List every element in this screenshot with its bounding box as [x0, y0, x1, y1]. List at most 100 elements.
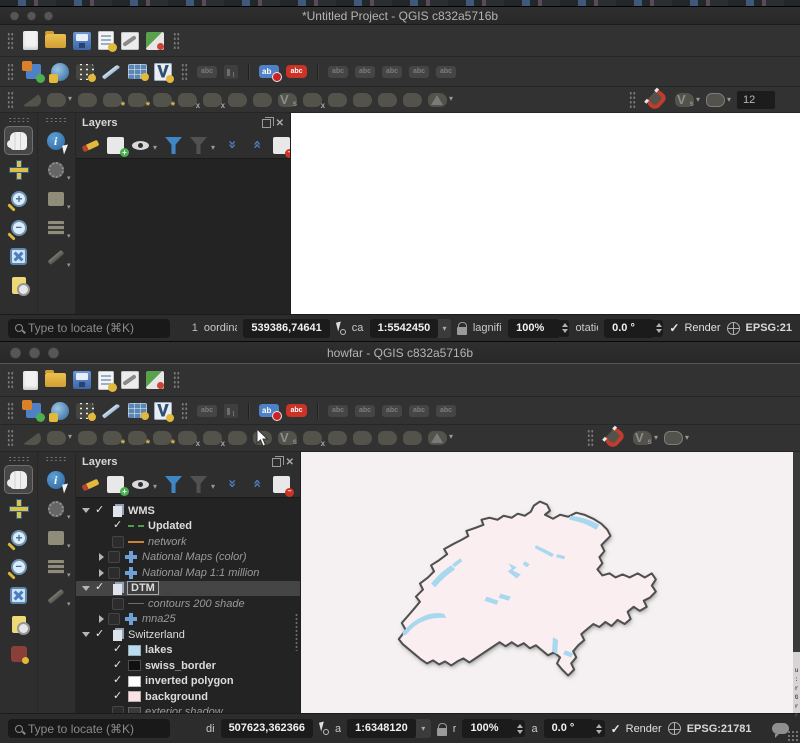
snapping-tolerance-field[interactable]: 12 — [737, 91, 775, 109]
move-diagram-icon[interactable] — [409, 405, 429, 417]
show-hide-diagrams-icon[interactable] — [382, 405, 402, 417]
tree-scrollbar[interactable] — [294, 613, 299, 651]
zoom-in-icon[interactable] — [11, 191, 27, 207]
expand-arrow-icon[interactable] — [99, 553, 104, 561]
close-panel-icon[interactable]: ✕ — [276, 119, 284, 128]
magnifier-field[interactable]: 100% — [462, 719, 514, 738]
zoom-full-icon[interactable] — [10, 587, 27, 604]
zoom-in-icon[interactable] — [11, 530, 27, 546]
dropdown-arrow-icon[interactable]: ▾ — [449, 94, 453, 103]
locator-search[interactable] — [8, 719, 170, 738]
float-panel-icon[interactable] — [262, 119, 271, 128]
visibility-checkbox[interactable] — [112, 660, 124, 672]
locator-input[interactable] — [28, 722, 163, 736]
allow-edits-icon[interactable] — [22, 431, 41, 445]
zoom-full-tool[interactable] — [5, 243, 32, 270]
pan-to-selection-tool[interactable] — [5, 156, 32, 183]
visibility-checkbox[interactable] — [112, 598, 124, 610]
drag-handle[interactable] — [173, 32, 180, 50]
drag-handle[interactable] — [173, 371, 180, 389]
identify-features-icon[interactable] — [47, 471, 65, 489]
magnifier-spinner[interactable] — [514, 720, 525, 737]
dropdown-arrow-icon[interactable]: ▾ — [211, 482, 215, 491]
delete-triangle-icon[interactable] — [428, 93, 447, 107]
expand-arrow-icon[interactable] — [82, 632, 90, 637]
visibility-checkbox[interactable] — [94, 582, 106, 594]
new-project-icon[interactable] — [23, 31, 38, 50]
mouse-position-icon[interactable] — [319, 722, 329, 735]
remove-layer-icon[interactable] — [273, 476, 290, 493]
select-features-tool[interactable]: ▾ — [43, 524, 70, 551]
snapping-magnet-icon[interactable] — [645, 88, 668, 111]
manage-map-themes-icon[interactable] — [132, 137, 149, 154]
drag-handle[interactable] — [629, 91, 636, 109]
checkerboard-icon[interactable] — [403, 93, 422, 107]
dropdown-arrow-icon[interactable]: ▾ — [67, 232, 71, 240]
layer-group-switzerland[interactable]: Switzerland — [76, 627, 300, 643]
coordinate-field[interactable]: 507623,362366 — [221, 719, 313, 738]
add-wms-layer-icon[interactable] — [51, 63, 69, 81]
select-by-value-icon[interactable] — [48, 221, 64, 235]
new-shapefile-layer-icon[interactable] — [101, 62, 121, 82]
drag-handle[interactable] — [7, 63, 14, 81]
close-button[interactable] — [10, 347, 21, 358]
add-group-icon[interactable] — [107, 476, 124, 493]
layer-item-contours-200-shade[interactable]: contours 200 shade — [76, 596, 300, 612]
pan-map-tool[interactable] — [5, 127, 32, 154]
pan-to-selection-icon[interactable] — [10, 161, 28, 179]
open-layer-styling-icon[interactable] — [82, 476, 99, 493]
tracing-v-icon[interactable] — [278, 93, 297, 107]
layer-item-lakes[interactable]: lakes — [76, 643, 300, 659]
split-features-icon[interactable] — [328, 431, 347, 445]
visibility-checkbox[interactable] — [112, 536, 124, 548]
crs-button[interactable]: EPSG:21781 — [687, 723, 752, 735]
layer-tree-empty[interactable] — [76, 158, 290, 314]
scale-field[interactable]: 1:6348120 — [347, 719, 416, 738]
select-features-icon[interactable] — [48, 531, 64, 545]
filter-by-expression-icon[interactable] — [190, 476, 207, 493]
expand-arrow-icon[interactable] — [99, 615, 104, 623]
mouse-position-icon[interactable] — [336, 322, 346, 335]
titlebar[interactable]: *Untitled Project - QGIS c832a5716b — [0, 7, 800, 25]
run-feature-action-icon[interactable] — [48, 501, 64, 517]
pan-to-selection-tool[interactable] — [5, 495, 32, 522]
drag-handle[interactable] — [45, 456, 67, 462]
filter-legend-icon[interactable] — [165, 137, 182, 154]
run-feature-action-tool[interactable]: ▾ — [43, 156, 70, 183]
add-point-icon[interactable] — [128, 93, 147, 107]
zoom-last-icon[interactable] — [12, 616, 26, 633]
toggle-editing-icon[interactable] — [47, 93, 66, 107]
map-canvas[interactable] — [290, 113, 800, 314]
split-parts-icon[interactable] — [353, 93, 372, 107]
add-point-cloud-layer-icon[interactable] — [76, 64, 94, 80]
magnifier-spinner[interactable] — [560, 320, 569, 337]
layer-item-exterior-shadow[interactable]: exterior shadow — [76, 705, 300, 714]
select-features-icon[interactable] — [48, 192, 64, 206]
open-data-source-manager-icon[interactable] — [26, 403, 41, 418]
dropdown-arrow-icon[interactable]: ▾ — [153, 143, 157, 152]
map-canvas[interactable]: u : r G r r — [300, 452, 800, 713]
layer-diagram-options-icon[interactable] — [224, 65, 238, 79]
layer-diagram-options-icon[interactable] — [224, 404, 238, 418]
zoom-in-tool[interactable] — [5, 524, 32, 551]
drag-handle[interactable] — [587, 429, 594, 447]
style-manager-icon[interactable] — [146, 32, 164, 50]
zoom-out-tool[interactable] — [5, 553, 32, 580]
layer-item-updated[interactable]: Updated — [76, 519, 300, 535]
drag-handle[interactable] — [7, 371, 14, 389]
layer-item-inverted-polygon[interactable]: inverted polygon — [76, 674, 300, 690]
dropdown-arrow-icon[interactable]: ▾ — [67, 513, 71, 521]
style-manager-icon[interactable] — [146, 371, 164, 389]
vertex-all-icon[interactable] — [178, 93, 197, 107]
float-panel-icon[interactable] — [272, 458, 281, 467]
dropdown-arrow-icon[interactable]: ▾ — [67, 571, 71, 579]
coordinate-field[interactable]: 539386,74641 — [243, 319, 329, 338]
layer-labeling-options-icon[interactable] — [197, 66, 217, 78]
new-print-layout-icon[interactable] — [98, 371, 114, 390]
show-hide-labels-icon[interactable] — [328, 405, 348, 417]
split-parts-icon[interactable] — [353, 431, 372, 445]
visibility-checkbox[interactable] — [112, 706, 124, 713]
add-point-icon[interactable] — [128, 431, 147, 445]
dropdown-arrow-icon[interactable]: ▾ — [153, 482, 157, 491]
measure-tool[interactable]: ▾ — [43, 582, 70, 609]
